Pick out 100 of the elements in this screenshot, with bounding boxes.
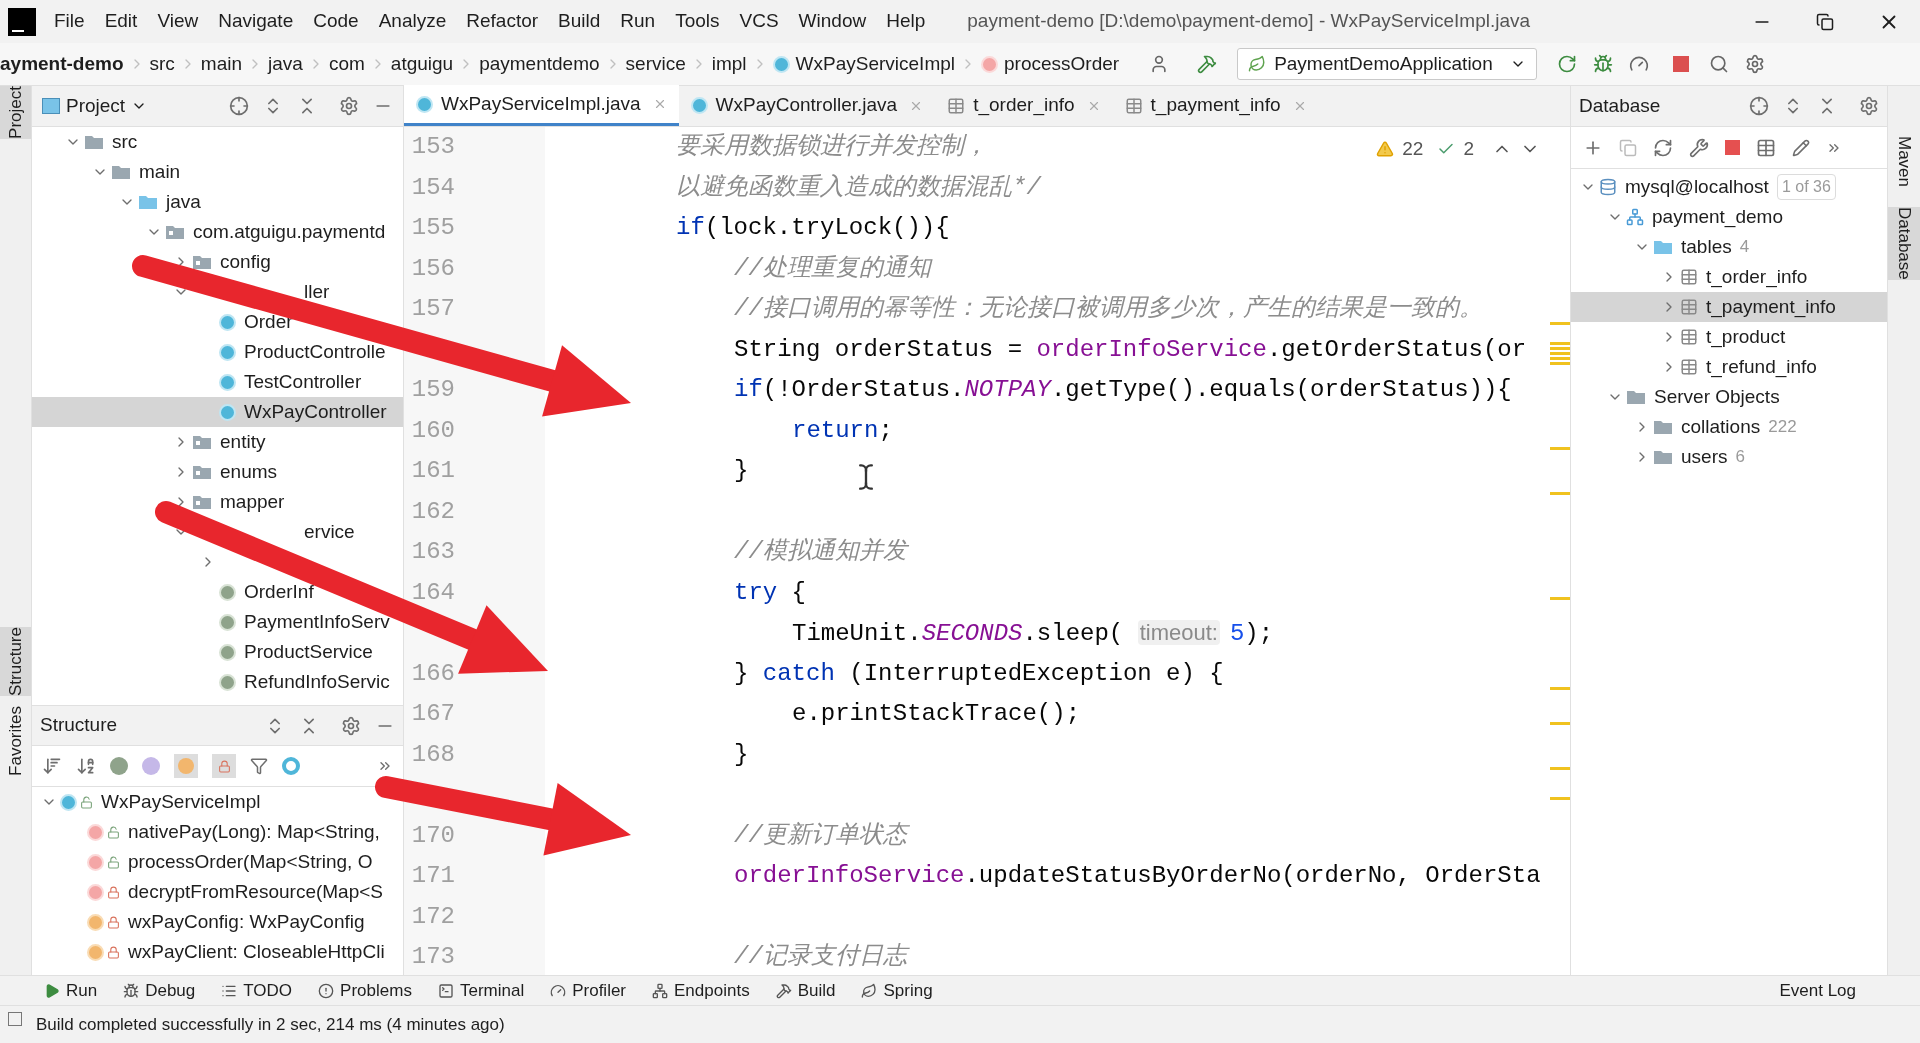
- tool-window-button[interactable]: Terminal: [437, 977, 525, 1004]
- tree-row[interactable]: t_refund_info: [1571, 352, 1887, 382]
- tree-item-label[interactable]: tables: [1681, 232, 1732, 262]
- settings-icon[interactable]: [1859, 96, 1879, 116]
- menu-item[interactable]: Analyze: [378, 7, 447, 36]
- tree-row[interactable]: tables 4: [1571, 232, 1887, 262]
- tool-window-button[interactable]: Endpoints: [652, 977, 750, 1004]
- tree-item-label[interactable]: ervice: [304, 517, 355, 547]
- tree-item-label[interactable]: WxPayServiceImpl: [101, 787, 261, 817]
- breadcrumb-item[interactable]: WxPayServiceImpl: [795, 49, 955, 79]
- tree-row[interactable]: ervice: [32, 517, 403, 547]
- breadcrumb-item[interactable]: com: [328, 49, 365, 79]
- tree-row[interactable]: ProductControlle: [32, 337, 403, 367]
- editor-tab[interactable]: t_payment_info: [1112, 85, 1319, 126]
- run-configuration-dropdown[interactable]: PaymentDemoApplication: [1237, 48, 1538, 80]
- tree-item-label[interactable]: java: [166, 187, 201, 217]
- warning-count[interactable]: 22: [1402, 135, 1424, 164]
- editor-tab[interactable]: t_order_info: [935, 85, 1113, 126]
- menu-item[interactable]: Code: [313, 7, 359, 36]
- tree-row[interactable]: ller: [32, 277, 403, 307]
- tree-item-label[interactable]: ller: [304, 277, 330, 307]
- menu-item[interactable]: File: [54, 7, 85, 36]
- tree-row[interactable]: enums: [32, 457, 403, 487]
- tool-window-button[interactable]: Event Log: [1779, 977, 1856, 1004]
- breadcrumb-item[interactable]: src: [149, 49, 175, 79]
- menu-item[interactable]: Edit: [104, 7, 138, 36]
- edit-icon[interactable]: [1792, 138, 1810, 157]
- tree-item-label[interactable]: ProductService: [244, 637, 373, 667]
- tree-row[interactable]: OrderInf: [32, 577, 403, 607]
- refresh-icon[interactable]: [1653, 137, 1673, 158]
- tree-item-label[interactable]: enums: [220, 457, 278, 487]
- breadcrumb-item[interactable]: atguigu: [390, 49, 454, 79]
- search-icon[interactable]: [1709, 54, 1730, 74]
- stop-icon[interactable]: [1673, 56, 1690, 72]
- breadcrumb-item[interactable]: main: [200, 49, 243, 79]
- tool-window-button[interactable]: Profiler: [550, 977, 627, 1004]
- locate-icon[interactable]: [1749, 96, 1769, 116]
- tree-row[interactable]: config: [32, 247, 403, 277]
- tree-item-label[interactable]: t_payment_info: [1706, 292, 1836, 322]
- tree-row[interactable]: t_payment_info: [1571, 292, 1887, 322]
- editor-tab[interactable]: WxPayController.java: [678, 85, 936, 126]
- settings-icon[interactable]: [1745, 54, 1766, 74]
- tree-item-label[interactable]: mapper: [220, 487, 285, 517]
- tree-row[interactable]: mysql@localhost 1 of 36: [1571, 172, 1887, 202]
- tree-row[interactable]: payment_demo: [1571, 202, 1887, 232]
- tree-item-label[interactable]: t_refund_info: [1706, 352, 1817, 382]
- tree-item-label[interactable]: config: [220, 247, 271, 277]
- tree-item-label[interactable]: WxPayController: [244, 397, 387, 427]
- menu-item[interactable]: Navigate: [218, 7, 294, 36]
- tree-item-label[interactable]: OrderInf: [244, 577, 314, 607]
- tool-window-button[interactable]: Debug: [123, 977, 196, 1004]
- tree-item-label[interactable]: payment_demo: [1652, 202, 1783, 232]
- sort-alphabetically-icon[interactable]: [76, 756, 96, 776]
- breadcrumb-item[interactable]: java: [268, 49, 303, 79]
- tree-item-label[interactable]: entity: [220, 427, 266, 457]
- locate-icon[interactable]: [229, 96, 249, 116]
- menu-item[interactable]: View: [157, 7, 199, 36]
- tree-row[interactable]: PaymentInfoServ: [32, 607, 403, 637]
- tree-item-label[interactable]: mysql@localhost: [1625, 172, 1769, 202]
- tree-item-label[interactable]: src: [112, 127, 138, 157]
- menu-item[interactable]: Window: [798, 7, 867, 36]
- tree-row[interactable]: mapper: [32, 487, 403, 517]
- tree-item-label[interactable]: ProductControlle: [244, 337, 386, 367]
- menu-item[interactable]: Refactor: [466, 7, 539, 36]
- tree-item-label[interactable]: t_product: [1706, 322, 1786, 352]
- tree-row[interactable]: t_product: [1571, 322, 1887, 352]
- tree-row[interactable]: Server Objects: [1571, 382, 1887, 412]
- tool-window-button[interactable]: Build: [775, 977, 836, 1004]
- tree-item-label[interactable]: Server Objects: [1654, 382, 1780, 412]
- tree-row[interactable]: main: [32, 157, 403, 187]
- filter-icon[interactable]: [250, 757, 268, 775]
- tree-item-label[interactable]: processOrder(Map<String, O: [128, 847, 373, 877]
- wrench-icon[interactable]: [1689, 137, 1709, 158]
- tree-item-label[interactable]: t_order_info: [1706, 262, 1808, 292]
- menu-item[interactable]: Run: [620, 7, 656, 36]
- tree-item-label[interactable]: com.atguigu.paymentd: [193, 217, 386, 247]
- settings-icon[interactable]: [341, 715, 361, 736]
- tool-window-tab[interactable]: Favorites: [0, 705, 31, 776]
- show-fields-icon[interactable]: [174, 754, 198, 778]
- breadcrumb-item[interactable]: impl: [711, 49, 747, 79]
- tree-row[interactable]: TestController: [32, 367, 403, 397]
- tree-item-label[interactable]: nativePay(Long): Map<String,: [128, 817, 380, 847]
- tree-row[interactable]: WxPayController: [32, 397, 403, 427]
- tree-row[interactable]: users 6: [1571, 442, 1887, 472]
- sort-icon[interactable]: [42, 756, 62, 776]
- hammer-icon[interactable]: [1197, 54, 1218, 74]
- settings-icon[interactable]: [339, 96, 359, 116]
- tool-window-button[interactable]: Spring: [861, 977, 933, 1004]
- breadcrumb-item[interactable]: processOrder: [1004, 49, 1120, 79]
- menu-item[interactable]: Build: [558, 7, 601, 36]
- tree-row[interactable]: t_order_info: [1571, 262, 1887, 292]
- tree-item-label[interactable]: RefundInfoServic: [244, 667, 390, 697]
- profiler-icon[interactable]: [1629, 54, 1650, 74]
- tool-window-tab[interactable]: Structure: [0, 626, 31, 696]
- tree-row[interactable]: Order: [32, 307, 403, 337]
- tree-row[interactable]: ProductService: [32, 637, 403, 667]
- table-icon[interactable]: [1756, 137, 1776, 158]
- breadcrumb-item[interactable]: paymentdemo: [479, 49, 600, 79]
- tree-item-label[interactable]: collations: [1681, 412, 1761, 442]
- show-inherited-icon[interactable]: [110, 757, 128, 775]
